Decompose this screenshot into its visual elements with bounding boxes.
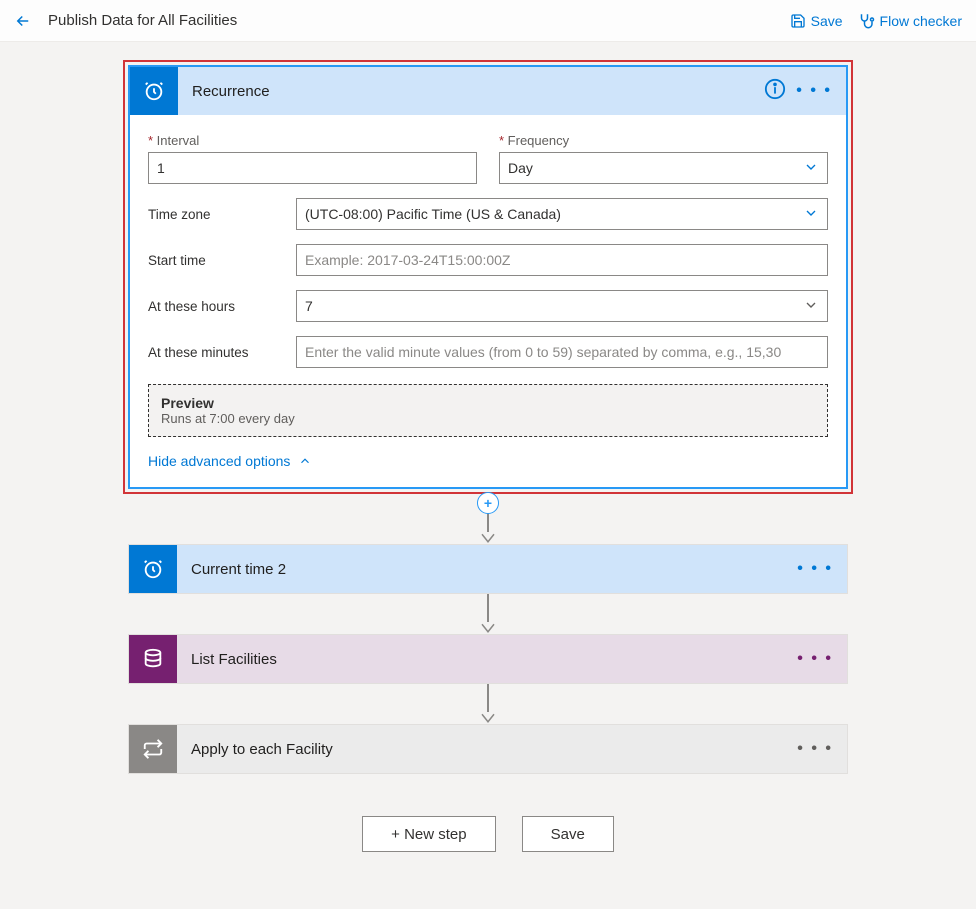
flow-canvas: Recurrence • • • Interval Frequency xyxy=(0,42,976,882)
timezone-label: Time zone xyxy=(148,207,296,222)
connector-plus: + xyxy=(477,494,499,544)
preview-title: Preview xyxy=(161,395,815,411)
flow-checker-label: Flow checker xyxy=(880,13,962,29)
hours-value: 7 xyxy=(305,298,313,314)
timezone-select[interactable]: (UTC-08:00) Pacific Time (US & Canada) xyxy=(296,198,828,230)
arrow-down-icon xyxy=(479,532,497,544)
frequency-value: Day xyxy=(508,160,533,176)
loop-icon xyxy=(129,725,177,773)
new-step-button[interactable]: + New step xyxy=(362,816,495,852)
recurrence-title: Recurrence xyxy=(192,83,270,100)
list-facilities-header[interactable]: List Facilities • • • xyxy=(129,635,847,683)
database-icon xyxy=(129,635,177,683)
clock-icon xyxy=(130,67,178,115)
apply-each-card[interactable]: Apply to each Facility • • • xyxy=(128,724,848,774)
flow-title: Publish Data for All Facilities xyxy=(48,12,237,29)
hours-label: At these hours xyxy=(148,299,296,314)
chevron-down-icon xyxy=(803,159,819,178)
hours-select[interactable]: 7 xyxy=(296,290,828,322)
starttime-input[interactable] xyxy=(296,244,828,276)
chevron-down-icon xyxy=(803,297,819,316)
preview-desc: Runs at 7:00 every day xyxy=(161,411,815,426)
current-time-title: Current time 2 xyxy=(191,561,286,578)
recurrence-menu[interactable]: • • • xyxy=(796,82,832,100)
frequency-select[interactable]: Day xyxy=(499,152,828,184)
hide-advanced-toggle[interactable]: Hide advanced options xyxy=(130,437,846,487)
current-time-menu[interactable]: • • • xyxy=(797,560,833,578)
list-facilities-menu[interactable]: • • • xyxy=(797,650,833,668)
save-button-top[interactable]: Save xyxy=(790,13,843,29)
back-button[interactable] xyxy=(14,12,32,30)
connector xyxy=(479,594,497,634)
save-button-bottom[interactable]: Save xyxy=(522,816,614,852)
interval-input[interactable] xyxy=(148,152,477,184)
current-time-header[interactable]: Current time 2 • • • xyxy=(129,545,847,593)
highlight-box: Recurrence • • • Interval Frequency xyxy=(123,60,853,494)
interval-label: Interval xyxy=(148,133,477,148)
recurrence-card[interactable]: Recurrence • • • Interval Frequency xyxy=(128,65,848,489)
save-label: Save xyxy=(811,13,843,29)
starttime-label: Start time xyxy=(148,253,296,268)
minutes-label: At these minutes xyxy=(148,345,296,360)
recurrence-header[interactable]: Recurrence • • • xyxy=(130,67,846,115)
chevron-up-icon xyxy=(298,454,312,468)
list-facilities-card[interactable]: List Facilities • • • xyxy=(128,634,848,684)
arrow-left-icon xyxy=(14,12,32,30)
frequency-label: Frequency xyxy=(499,133,828,148)
preview-box: Preview Runs at 7:00 every day xyxy=(148,384,828,437)
arrow-down-icon xyxy=(479,712,497,724)
list-facilities-title: List Facilities xyxy=(191,651,277,668)
apply-each-menu[interactable]: • • • xyxy=(797,740,833,758)
footer-buttons: + New step Save xyxy=(362,816,614,852)
recurrence-body: Interval Frequency Day Tim xyxy=(130,115,846,378)
add-step-button[interactable]: + xyxy=(477,492,499,514)
arrow-down-icon xyxy=(479,622,497,634)
minutes-input[interactable] xyxy=(296,336,828,368)
clock-icon xyxy=(129,545,177,593)
flow-checker-button[interactable]: Flow checker xyxy=(857,12,962,30)
current-time-card[interactable]: Current time 2 • • • xyxy=(128,544,848,594)
timezone-value: (UTC-08:00) Pacific Time (US & Canada) xyxy=(305,206,561,222)
advanced-toggle-label: Hide advanced options xyxy=(148,453,290,469)
connector xyxy=(479,684,497,724)
info-icon[interactable] xyxy=(764,78,786,105)
apply-each-header[interactable]: Apply to each Facility • • • xyxy=(129,725,847,773)
stethoscope-icon xyxy=(857,12,875,30)
save-icon xyxy=(790,13,806,29)
chevron-down-icon xyxy=(803,205,819,224)
top-bar: Publish Data for All Facilities Save Flo… xyxy=(0,0,976,42)
apply-each-title: Apply to each Facility xyxy=(191,741,333,758)
